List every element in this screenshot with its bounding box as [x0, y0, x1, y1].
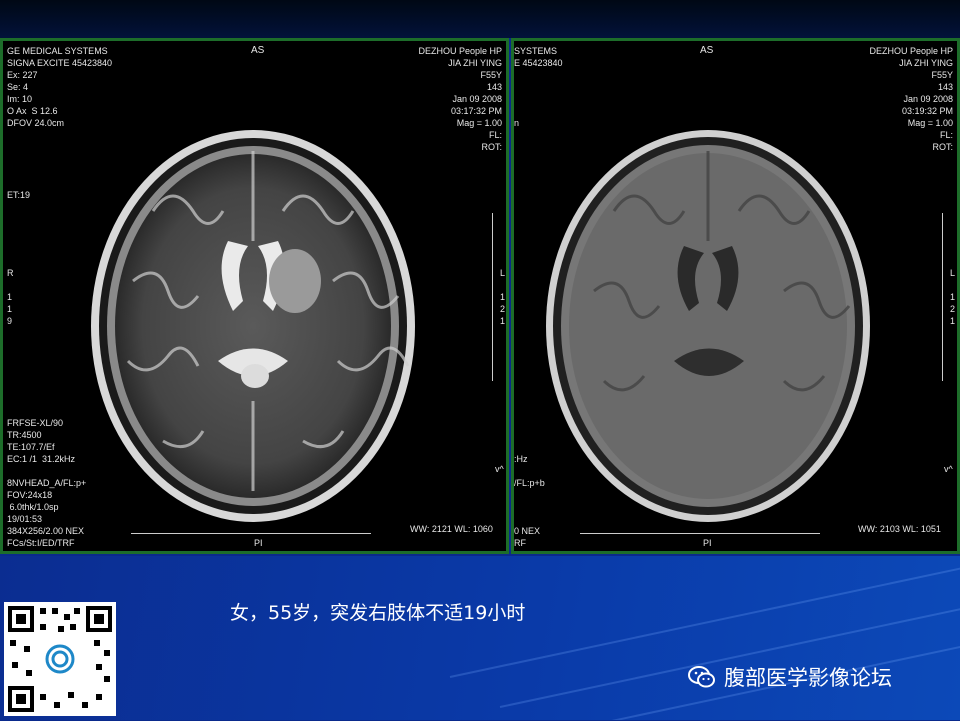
decorative-stripes	[440, 556, 960, 720]
sequence-params: FRFSE-XL/90 TR:4500 TE:107.7/Ef EC:1 /1 …	[7, 418, 76, 464]
time-text: 03:17:32 PM	[450, 106, 502, 116]
orientation-top: AS	[700, 45, 714, 56]
mri-panel-t2: GE MEDICAL SYSTEMS SIGNA EXCITE 45423840…	[0, 38, 509, 554]
et-text: ET:19	[7, 190, 31, 200]
patient-text: JIA ZHI YING	[899, 58, 953, 68]
manufacturer-text: SYSTEMS	[514, 46, 558, 56]
window-level: WW: 2121 WL: 1060	[410, 524, 493, 534]
plane-text: O Ax S 12.6	[7, 106, 58, 116]
vertical-scale	[482, 213, 493, 381]
scan-header-left: GE MEDICAL SYSTEMS SIGNA EXCITE 45423840…	[7, 45, 112, 129]
marker-l: L	[950, 268, 956, 278]
date-text: Jan 09 2008	[903, 94, 953, 104]
orientation-bottom: PI	[254, 538, 263, 548]
marker-r: R	[7, 268, 14, 278]
wechat-icon	[688, 666, 715, 688]
orientation-top: AS	[251, 45, 265, 56]
series-text: Se: 4	[7, 82, 29, 92]
case-caption: 女，55岁，突发右肢体不适19小时	[230, 602, 526, 624]
qr-code[interactable]	[4, 602, 116, 716]
fl-text: FL:	[939, 130, 953, 140]
horizontal-scale	[580, 527, 820, 534]
scan-header-right: DEZHOU People HP JIA ZHI YING F55Y 143 J…	[418, 45, 502, 153]
window-level: WW: 2103 WL: 1051	[858, 524, 941, 534]
vertical-scale	[932, 213, 943, 381]
coil-params: /FL:p+b	[514, 478, 545, 488]
coil-params: 8NVHEAD_A/FL:p+ FOV:24x18 6.0thk/1.0sp 1…	[7, 478, 87, 548]
orientation-bottom: PI	[703, 538, 712, 548]
scanner-text: SIGNA EXCITE 45423840	[7, 58, 113, 68]
cm-text: n	[514, 118, 520, 128]
hospital-text: DEZHOU People HP	[418, 46, 502, 56]
hospital-text: DEZHOU People HP	[869, 46, 953, 56]
scan-header-left-2: SYSTEMS E 45423840	[514, 45, 563, 69]
sex-age-text: F55Y	[480, 70, 502, 80]
trf-text: RF	[514, 538, 526, 548]
rot-text: ROT:	[481, 142, 502, 152]
marker-l: L	[500, 268, 506, 278]
va-text: v^	[944, 464, 953, 474]
brand-name: 腹部医学影像论坛	[724, 666, 892, 690]
scan-header-right-2: DEZHOU People HP JIA ZHI YING F55Y 143 J…	[869, 45, 953, 153]
manufacturer-text: GE MEDICAL SYSTEMS	[7, 46, 108, 56]
id-text: 143	[486, 82, 502, 92]
image-text: Im: 10	[7, 94, 33, 104]
fl-text: FL:	[488, 130, 502, 140]
marker-l-digits: 1 2 1	[950, 292, 956, 326]
exam-text: Ex: 227	[7, 70, 38, 80]
scanner-text: E 45423840	[514, 58, 563, 68]
nex-text: 0 NEX	[514, 526, 541, 536]
brand-footer: 腹部医学影像论坛	[688, 662, 892, 692]
marker-r-digits: 1 1 9	[7, 292, 13, 326]
mag-text: Mag = 1.00	[907, 118, 953, 128]
fov-text: DFOV 24.0cm	[7, 118, 65, 128]
mag-text: Mag = 1.00	[456, 118, 502, 128]
khz-text: :Hz	[514, 454, 528, 464]
horizontal-scale	[131, 527, 371, 534]
rot-text: ROT:	[932, 142, 953, 152]
date-text: Jan 09 2008	[452, 94, 502, 104]
mri-panel-t1: SYSTEMS E 45423840 AS DEZHOU People HP J…	[511, 38, 960, 554]
marker-l-digits: 1 2 1	[500, 292, 506, 326]
va-text: v^	[495, 464, 504, 474]
patient-text: JIA ZHI YING	[448, 58, 502, 68]
time-text: 03:19:32 PM	[901, 106, 953, 116]
top-band	[0, 0, 960, 38]
sex-age-text: F55Y	[931, 70, 953, 80]
id-text: 143	[937, 82, 953, 92]
